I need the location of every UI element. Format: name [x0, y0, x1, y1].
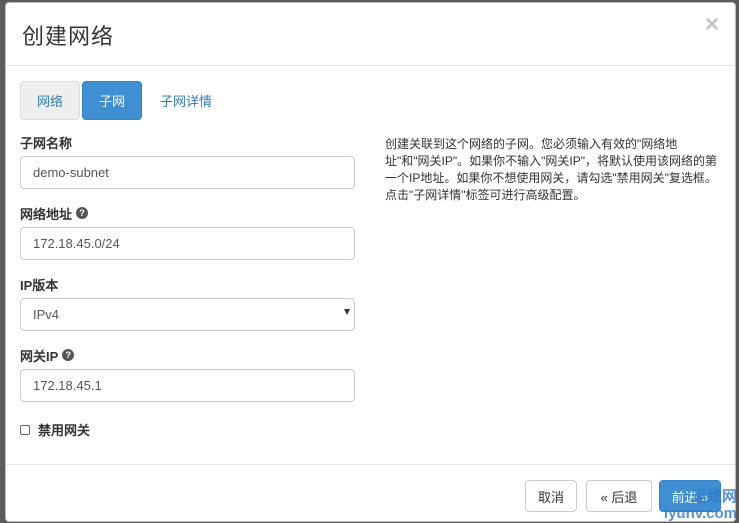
gateway-ip-input[interactable]: 172.18.45.1	[20, 369, 355, 402]
subnet-form: 子网名称 demo-subnet 网络地址 ? 172.18.45.0/24 I…	[20, 133, 356, 439]
dialog-header: 创建网络 ×	[6, 3, 735, 66]
chevron-down-icon	[344, 309, 350, 315]
back-button[interactable]: « 后退	[586, 480, 652, 512]
subnet-name-label: 子网名称	[20, 135, 73, 151]
wizard-tabs: 网络 子网 子网详情	[20, 81, 228, 120]
tab-network[interactable]: 网络	[20, 81, 81, 120]
watermark-logo: 运维网 iyunv.com	[663, 488, 737, 522]
disable-gateway-checkbox[interactable]	[20, 424, 30, 435]
help-text: 创建关联到这个网络的子网。您必须输入有效的"网络地址"和"网关IP"。如果你不输…	[385, 137, 717, 202]
subnet-name-input[interactable]: demo-subnet	[20, 156, 355, 189]
dialog-title: 创建网络	[22, 24, 115, 49]
help-icon[interactable]: ?	[76, 207, 89, 219]
ip-version-value[interactable]: IPv4	[20, 298, 355, 331]
cancel-button[interactable]: 取消	[525, 480, 577, 512]
help-icon[interactable]: ?	[62, 349, 75, 361]
close-icon[interactable]: ×	[705, 13, 719, 37]
disable-gateway-label: 禁用网关	[38, 423, 91, 438]
network-address-input[interactable]: 172.18.45.0/24	[20, 227, 355, 260]
ip-version-label: IP版本	[20, 277, 59, 293]
dialog-footer: 取消 « 后退 前进 »	[6, 464, 735, 523]
ip-version-select[interactable]: IPv4	[20, 298, 356, 331]
create-network-dialog: 创建网络 × 网络 子网 子网详情 子网名称 demo-subnet 网络地址 …	[5, 2, 736, 522]
network-address-label: 网络地址 ?	[20, 204, 356, 222]
tab-subnet[interactable]: 子网	[82, 81, 143, 120]
tab-subnet-details[interactable]: 子网详情	[144, 81, 228, 120]
disable-gateway-row[interactable]: 禁用网关	[20, 420, 356, 439]
gateway-ip-label: 网关IP ?	[20, 346, 356, 364]
